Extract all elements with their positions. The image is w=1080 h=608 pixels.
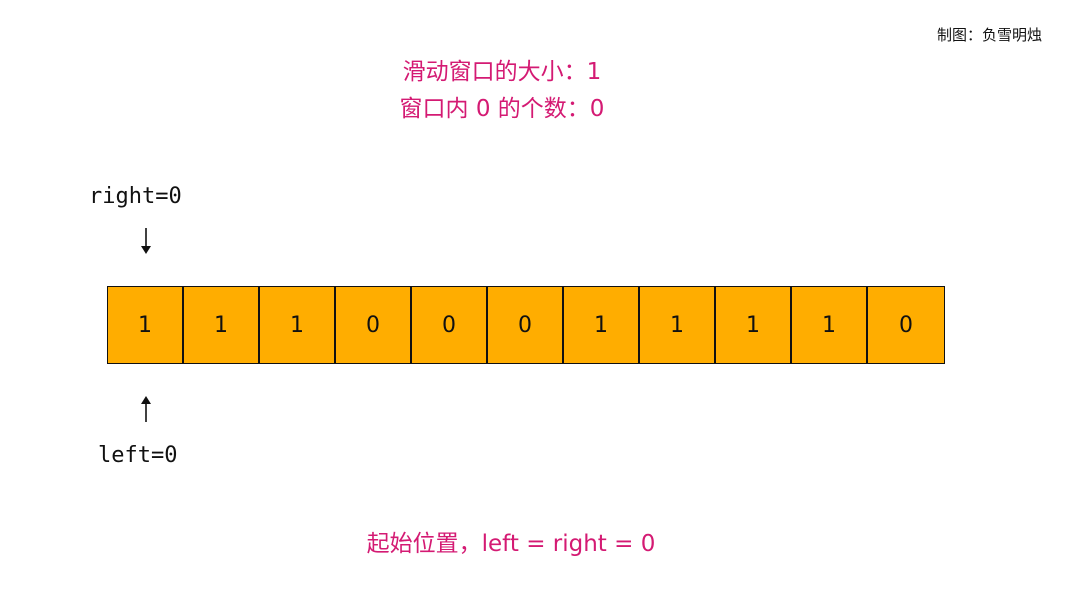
array-cell: 0: [336, 287, 412, 363]
array-cell: 1: [716, 287, 792, 363]
array-cell: 0: [868, 287, 944, 363]
left-pointer-arrow-icon: [141, 396, 151, 422]
right-pointer-label: right=0: [89, 184, 182, 209]
array-cell: 1: [792, 287, 868, 363]
array-cell: 1: [564, 287, 640, 363]
state-caption: 起始位置，left = right = 0: [366, 531, 656, 557]
array-cell: 0: [488, 287, 564, 363]
credit-text: 制图：负雪明烛: [936, 26, 1042, 44]
array-cell: 1: [184, 287, 260, 363]
array-cell: 1: [640, 287, 716, 363]
array-cell: 1: [108, 287, 184, 363]
window-size-text: 滑动窗口的大小：1: [402, 59, 602, 85]
array-cell: 0: [412, 287, 488, 363]
array-cell: 1: [260, 287, 336, 363]
right-pointer-arrow-icon: [141, 228, 151, 254]
array-strip: 11100011110: [107, 286, 945, 364]
left-pointer-label: left=0: [98, 443, 178, 468]
window-zero-count-text: 窗口内 0 的个数：0: [399, 96, 605, 122]
